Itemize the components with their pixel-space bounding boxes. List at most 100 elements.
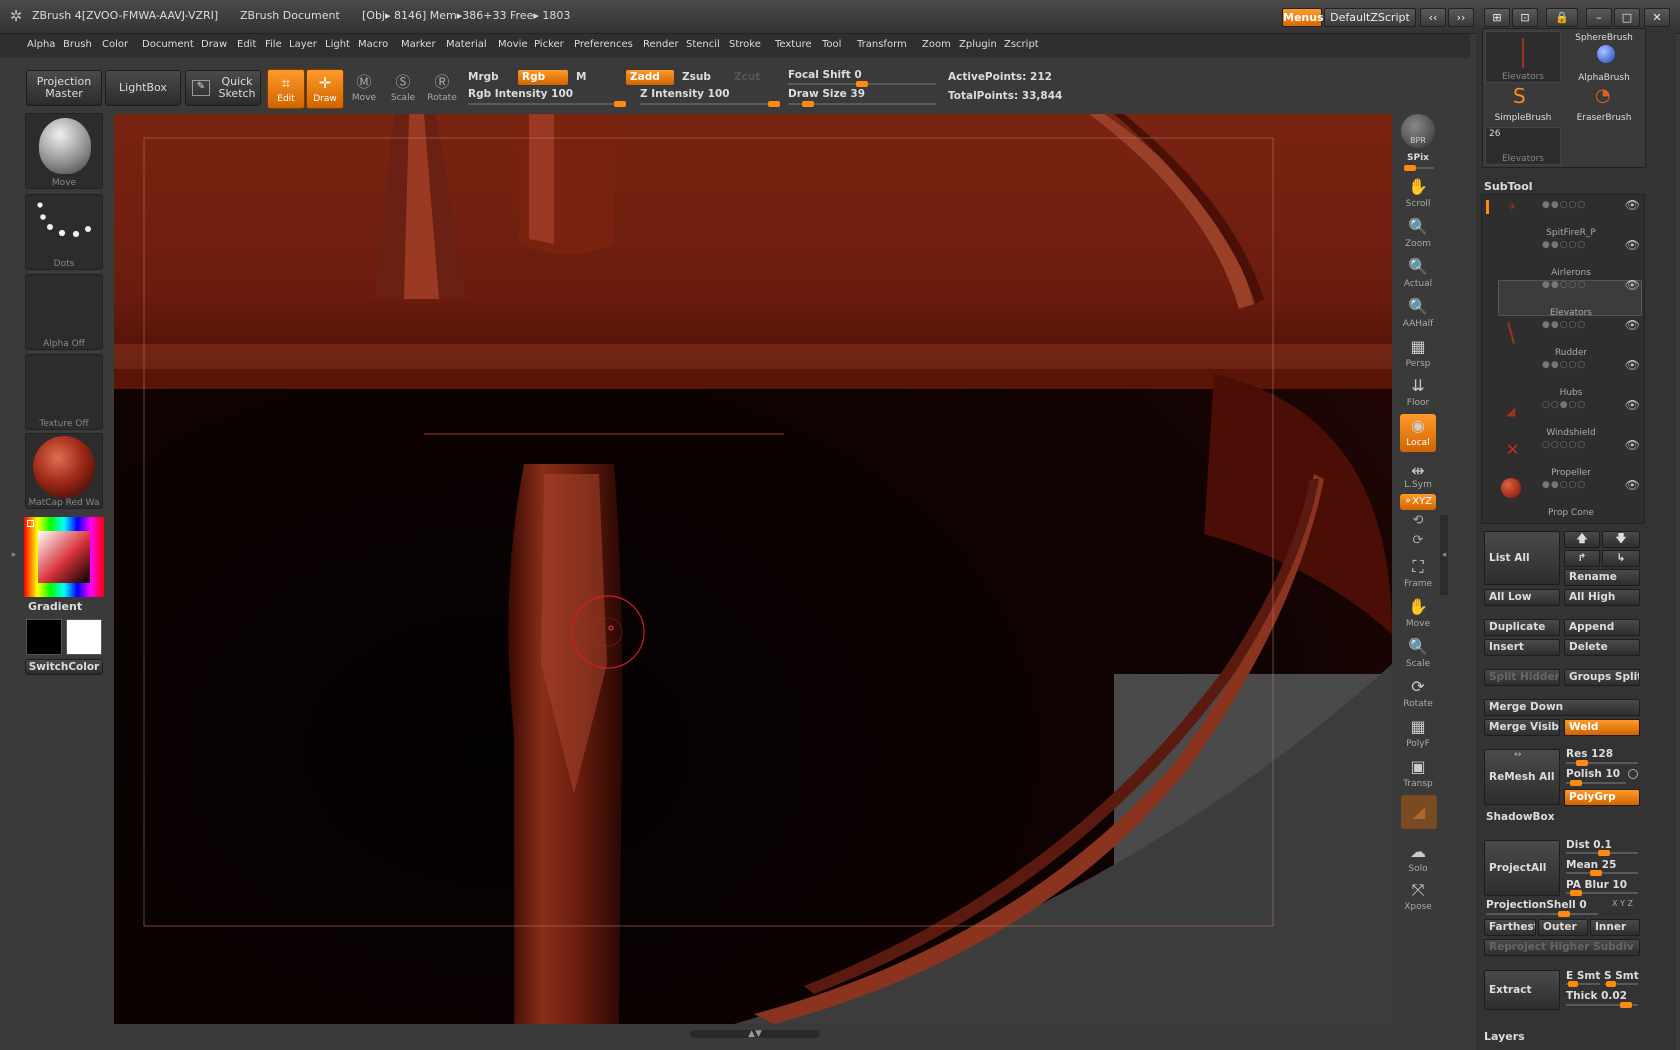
color-picker[interactable] [24,517,104,597]
visibility-eye-icon[interactable]: 👁 [1625,398,1640,412]
s-smt-handle[interactable] [1606,981,1616,987]
subtool-item-elevators[interactable]: ●●○○○ 👁 Elevators [1500,278,1642,318]
groups-split-button[interactable]: Groups Split [1564,669,1640,686]
subtool-item-spitfire[interactable]: ✈ ●●○○○ 👁 SpitFireR_P [1500,198,1642,238]
aahalf-button[interactable]: 🔍 AAHalf [1400,295,1436,331]
menu-stencil[interactable]: Stencil [686,39,720,50]
brush-slot[interactable]: Move [25,113,103,189]
mrgb-toggle[interactable]: Mrgb [468,71,499,83]
menu-brush[interactable]: Brush [63,39,92,50]
tool-thumb-eraserbrush[interactable]: ◔ EraserBrush [1565,85,1643,123]
remesh-all-button[interactable]: ReMesh All [1484,749,1560,805]
scale-button[interactable]: Ⓢ Scale [384,69,422,109]
default-zscript-button[interactable]: DefaultZScript [1324,8,1416,27]
bottom-tray-handle[interactable]: ▲▼ [690,1030,820,1039]
s-smt-slider[interactable] [1604,981,1638,987]
e-smt-handle[interactable] [1568,981,1578,987]
mean-handle[interactable] [1590,870,1602,876]
delete-button[interactable]: Delete [1564,639,1640,656]
m-toggle[interactable]: M [576,71,586,83]
all-low-button[interactable]: All Low [1484,589,1560,606]
subtool-item-propeller[interactable]: ✕ ○○○○○ 👁 Propeller [1500,438,1642,478]
edit-button[interactable]: ⌗ Edit [267,69,305,109]
menu-marker[interactable]: Marker [401,39,436,50]
menu-material[interactable]: Material [446,39,487,50]
draw-size-handle[interactable] [802,101,814,107]
tool-thumb-simplebrush[interactable]: S SimpleBrush [1485,85,1561,123]
lsym-button[interactable]: ⇹ L.Sym [1400,462,1436,492]
thick-slider[interactable] [1566,1002,1638,1008]
extract-button[interactable]: Extract [1484,970,1560,1010]
visibility-eye-icon[interactable]: 👁 [1625,318,1640,332]
menu-zoom[interactable]: Zoom [922,39,951,50]
draw-button[interactable]: ✛ Draw [306,69,344,109]
subtool-toggles[interactable]: ○○●○○ [1542,400,1586,410]
dist-slider[interactable] [1566,850,1638,856]
menu-transform[interactable]: Transform [857,39,907,50]
stroke-slot[interactable]: Dots [25,194,103,270]
persp-button[interactable]: ▦ Persp [1400,335,1436,371]
view-scale-button[interactable]: 🔍 Scale [1400,635,1436,671]
zcut-toggle[interactable]: Zcut [734,71,760,83]
left-tray-handle[interactable]: ▸ [10,515,18,595]
bpr-button[interactable]: BPR [1400,114,1436,152]
outer-button[interactable]: Outer [1538,919,1588,936]
menu-movie[interactable]: Movie [498,39,528,50]
rgb-toggle[interactable]: Rgb [518,70,568,85]
append-button[interactable]: Append [1564,619,1640,636]
subtool-scroll-indicator[interactable] [1486,200,1489,214]
weld-toggle[interactable]: Weld [1564,719,1640,736]
mean-slider[interactable] [1566,870,1638,876]
spix-handle[interactable] [1404,165,1416,171]
xpose-button[interactable]: ⤧ Xpose [1400,878,1436,914]
zoom-button[interactable]: 🔍 Zoom [1400,215,1436,251]
projection-shell-slider[interactable] [1486,911,1598,917]
close-icon[interactable]: ✕ [1644,8,1670,27]
ghost-button[interactable]: ◢ [1401,795,1437,829]
menu-color[interactable]: Color [102,39,128,50]
visibility-eye-icon[interactable]: 👁 [1625,198,1640,212]
merge-down-button[interactable]: Merge Down [1484,699,1640,716]
lightbox-button[interactable]: LightBox [105,70,181,106]
menu-document[interactable]: Document [142,39,194,50]
menu-edit[interactable]: Edit [237,39,256,50]
tool-thumb-spherebrush[interactable]: SphereBrush AlphaBrush [1565,31,1643,83]
load-ui-icon[interactable]: ⊡ [1512,8,1538,27]
thick-handle[interactable] [1620,1002,1632,1008]
spix-slider[interactable] [1404,165,1434,171]
floor-button[interactable]: ⇊ Floor [1400,374,1436,410]
menu-file[interactable]: File [265,39,282,50]
switch-color-button[interactable]: SwitchColor [25,659,103,675]
polish-handle[interactable] [1570,780,1582,786]
rotate-y-icon[interactable]: ⟲ [1400,513,1436,531]
layout-next-icon[interactable]: ›› [1448,8,1474,27]
merge-visible-button[interactable]: Merge Visible [1484,719,1560,736]
menu-macro[interactable]: Macro [358,39,388,50]
actual-button[interactable]: 🔍 Actual [1400,255,1436,291]
tool-thumb-elevators-2[interactable]: 26 Elevators [1485,127,1561,165]
transp-button[interactable]: ▣ Transp [1400,755,1436,791]
move-up-icon[interactable]: 🡅 [1564,531,1600,548]
visibility-eye-icon[interactable]: 👁 [1625,438,1640,452]
zsub-toggle[interactable]: Zsub [682,71,711,83]
subtool-toggles[interactable]: ○○○○○ [1542,440,1586,450]
reproject-higher-subdiv-button[interactable]: Reproject Higher Subdiv [1484,939,1640,956]
subtool-item-airlerons[interactable]: ●●○○○ 👁 Airlerons [1500,238,1642,278]
res-handle[interactable] [1576,760,1588,766]
alpha-slot[interactable]: Alpha Off [25,274,103,350]
texture-slot[interactable]: Texture Off [25,354,103,430]
z-intensity-slider[interactable] [640,101,780,107]
move-down-branch-icon[interactable]: ↳ [1602,550,1640,567]
main-color-swatch[interactable] [66,619,102,655]
move-button[interactable]: Ⓜ Move [345,69,383,109]
subtool-toggles[interactable]: ●●○○○ [1542,200,1586,210]
right-tray-handle[interactable]: ◂ [1440,515,1448,595]
menu-zplugin[interactable]: Zplugin [959,39,997,50]
shadowbox-button[interactable]: ShadowBox [1486,811,1555,823]
axis-xyz-icon[interactable]: X Y Z [1612,899,1633,908]
rotate-z-icon[interactable]: ⟳ [1400,533,1436,551]
layers-header[interactable]: Layers [1484,1030,1525,1043]
subtool-header[interactable]: SubTool [1484,180,1533,193]
dist-handle[interactable] [1598,850,1610,856]
insert-button[interactable]: Insert [1484,639,1560,656]
